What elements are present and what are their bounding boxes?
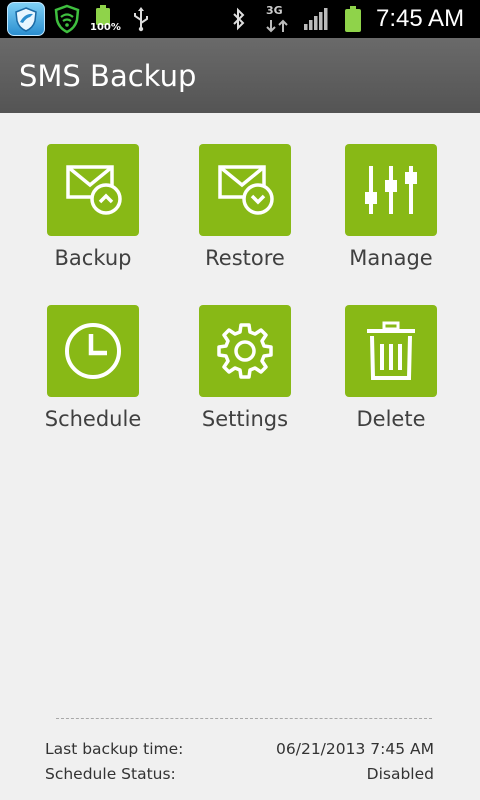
manage-tile[interactable]: Manage <box>326 144 456 270</box>
last-backup-label: Last backup time: <box>45 740 184 758</box>
settings-label: Settings <box>201 407 289 431</box>
bluetooth-icon <box>229 0 249 38</box>
network-type: 3G <box>266 4 283 17</box>
restore-button[interactable] <box>199 144 291 236</box>
delete-tile[interactable]: Delete <box>326 305 456 431</box>
security-app-icon <box>7 2 45 36</box>
settings-tile[interactable]: Settings <box>180 305 310 431</box>
action-bar: SMS Backup <box>0 38 480 113</box>
status-bar: 100% 3G 7:45 AM <box>0 0 480 38</box>
battery-icon <box>340 0 366 38</box>
sliders-icon <box>365 166 417 214</box>
schedule-tile[interactable]: Schedule <box>28 305 158 431</box>
backup-button[interactable] <box>47 144 139 236</box>
last-backup-value: 06/21/2013 7:45 AM <box>276 740 434 758</box>
schedule-status-label: Schedule Status: <box>45 765 176 783</box>
signal-strength-icon <box>302 0 330 38</box>
manage-label: Manage <box>349 246 433 270</box>
gear-icon <box>217 323 273 379</box>
app-title: SMS Backup <box>19 59 197 93</box>
battery-charging-icon: 100% <box>88 0 121 38</box>
backup-label: Backup <box>54 246 132 270</box>
envelope-up-icon <box>66 165 122 215</box>
clock-icon <box>65 323 121 379</box>
schedule-status-value: Disabled <box>366 765 434 783</box>
battery-percent: 100% <box>90 22 121 33</box>
usb-icon <box>128 0 154 38</box>
settings-button[interactable] <box>199 305 291 397</box>
trash-icon <box>367 321 415 380</box>
backup-tile[interactable]: Backup <box>28 144 158 270</box>
restore-label: Restore <box>205 246 285 270</box>
network-3g-icon: 3G <box>262 0 292 38</box>
delete-button[interactable] <box>345 305 437 397</box>
manage-button[interactable] <box>345 144 437 236</box>
envelope-down-icon <box>218 165 274 215</box>
footer-divider <box>56 718 432 719</box>
status-clock: 7:45 AM <box>376 5 465 32</box>
schedule-label: Schedule <box>44 407 142 431</box>
restore-tile[interactable]: Restore <box>180 144 310 270</box>
schedule-button[interactable] <box>47 305 139 397</box>
delete-label: Delete <box>356 407 426 431</box>
wifi-shield-icon <box>52 0 82 38</box>
